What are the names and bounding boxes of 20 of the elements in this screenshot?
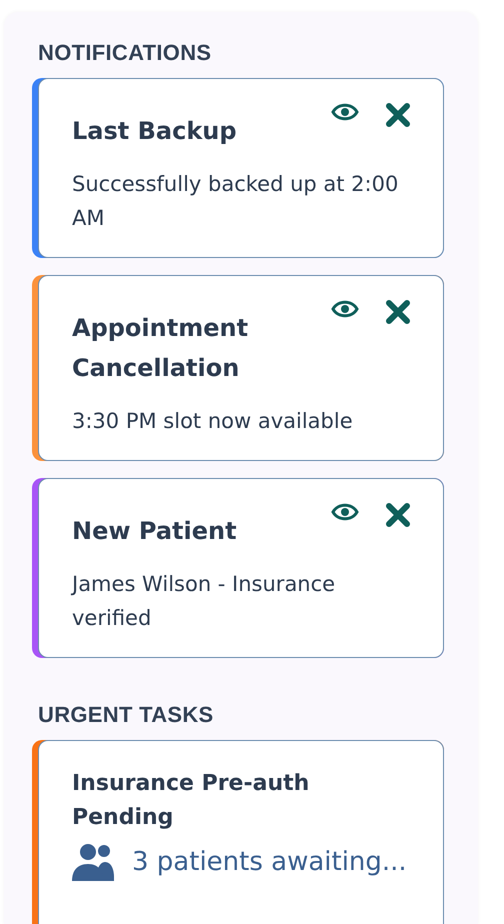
notification-title: New Patient (72, 516, 238, 547)
dismiss-button[interactable] (385, 299, 411, 325)
close-icon (385, 102, 411, 128)
eye-icon (331, 299, 359, 319)
task-detail: 3 patients awaiting... (132, 847, 407, 877)
notification-title: Appointment Cancellation (72, 313, 250, 384)
notification-message: James Wilson - Insurance verified (72, 571, 336, 632)
notification-title: Last Backup (72, 116, 238, 147)
eye-icon (331, 102, 359, 122)
section-heading: NOTIFICATIONS (38, 40, 212, 66)
task-title: Insurance Pre-auth Pending (72, 770, 310, 832)
eye-icon (331, 502, 359, 522)
close-icon (385, 502, 411, 528)
people-icon (72, 843, 114, 881)
dismiss-button[interactable] (385, 102, 411, 128)
dismiss-button[interactable] (385, 502, 411, 528)
close-icon (385, 299, 411, 325)
notification-message: Successfully backed up at 2:00 AM (72, 171, 400, 232)
notification-message: 3:30 PM slot now available (72, 408, 354, 435)
section-heading: URGENT TASKS (38, 702, 215, 728)
